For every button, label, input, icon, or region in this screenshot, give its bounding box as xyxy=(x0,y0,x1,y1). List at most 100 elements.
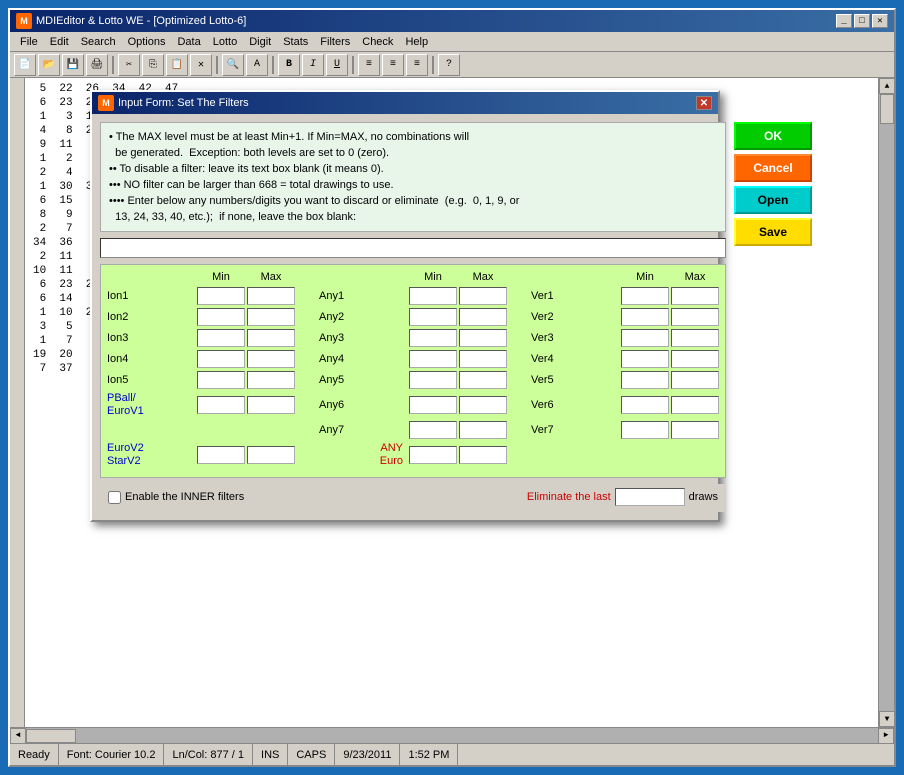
any3-min[interactable] xyxy=(409,329,457,347)
any6-min[interactable] xyxy=(409,396,457,414)
italic-button[interactable]: I xyxy=(302,54,324,76)
copy-button[interactable]: ⎘ xyxy=(142,54,164,76)
status-font: Font: Courier 10.2 xyxy=(59,744,165,765)
eliminate-last-input[interactable] xyxy=(615,488,685,506)
label-ver1: Ver1 xyxy=(531,290,619,302)
ver3-max[interactable] xyxy=(671,329,719,347)
inner-filters-checkbox[interactable] xyxy=(108,491,121,504)
open-dialog-button[interactable]: Open xyxy=(734,186,812,214)
any6-max[interactable] xyxy=(459,396,507,414)
scrollbar-thumb[interactable] xyxy=(880,94,894,124)
h-scrollbar-thumb[interactable] xyxy=(26,729,76,743)
ver5-max[interactable] xyxy=(671,371,719,389)
any2-min[interactable] xyxy=(409,308,457,326)
inner-filters-label[interactable]: Enable the INNER filters xyxy=(108,491,244,504)
minimize-button[interactable]: _ xyxy=(836,14,852,28)
help-toolbar-button[interactable]: ? xyxy=(438,54,460,76)
ion2-max[interactable] xyxy=(247,308,295,326)
format-button[interactable]: A xyxy=(246,54,268,76)
any2-max[interactable] xyxy=(459,308,507,326)
ver2-min[interactable] xyxy=(621,308,669,326)
any5-max[interactable] xyxy=(459,371,507,389)
eurov2-min[interactable] xyxy=(197,446,245,464)
menu-data[interactable]: Data xyxy=(171,34,206,50)
menu-help[interactable]: Help xyxy=(399,34,434,50)
save-dialog-button[interactable]: Save xyxy=(734,218,812,246)
open-button[interactable]: 📂 xyxy=(38,54,60,76)
ion3-min[interactable] xyxy=(197,329,245,347)
ion4-min[interactable] xyxy=(197,350,245,368)
scroll-right-button[interactable]: ► xyxy=(878,728,894,744)
ion2-min[interactable] xyxy=(197,308,245,326)
menu-stats[interactable]: Stats xyxy=(277,34,314,50)
scroll-left-button[interactable]: ◄ xyxy=(10,728,26,744)
eliminate-input[interactable] xyxy=(105,242,721,254)
ion5-min[interactable] xyxy=(197,371,245,389)
paste-button[interactable]: 📋 xyxy=(166,54,188,76)
anyeuro-min[interactable] xyxy=(409,446,457,464)
close-button[interactable]: ✕ xyxy=(872,14,888,28)
print-button[interactable]: 🖨 xyxy=(86,54,108,76)
ver7-max[interactable] xyxy=(671,421,719,439)
align-left-button[interactable]: ≡ xyxy=(358,54,380,76)
any1-max[interactable] xyxy=(459,287,507,305)
any7-max[interactable] xyxy=(459,421,507,439)
scroll-up-button[interactable]: ▲ xyxy=(879,78,894,94)
menu-search[interactable]: Search xyxy=(75,34,122,50)
any5-min[interactable] xyxy=(409,371,457,389)
any4-max[interactable] xyxy=(459,350,507,368)
ver1-max[interactable] xyxy=(671,287,719,305)
menu-check[interactable]: Check xyxy=(356,34,399,50)
scroll-down-button[interactable]: ▼ xyxy=(879,711,894,727)
maximize-button[interactable]: □ xyxy=(854,14,870,28)
cut-button[interactable]: ✂ xyxy=(118,54,140,76)
ver4-min[interactable] xyxy=(621,350,669,368)
menu-bar: File Edit Search Options Data Lotto Digi… xyxy=(10,32,894,52)
anyeuro-max[interactable] xyxy=(459,446,507,464)
ver2-max[interactable] xyxy=(671,308,719,326)
eurov2-max[interactable] xyxy=(247,446,295,464)
any4-min[interactable] xyxy=(409,350,457,368)
right-scrollbar[interactable]: ▲ ▼ xyxy=(878,78,894,727)
align-right-button[interactable]: ≡ xyxy=(406,54,428,76)
align-center-button[interactable]: ≡ xyxy=(382,54,404,76)
ver3-min[interactable] xyxy=(621,329,669,347)
menu-digit[interactable]: Digit xyxy=(243,34,277,50)
any7-min[interactable] xyxy=(409,421,457,439)
underline-button[interactable]: U xyxy=(326,54,348,76)
ver7-min[interactable] xyxy=(621,421,669,439)
label-any2: Any2 xyxy=(319,311,407,323)
any3-max[interactable] xyxy=(459,329,507,347)
ver5-min[interactable] xyxy=(621,371,669,389)
cancel-button[interactable]: Cancel xyxy=(734,154,812,182)
scrollbar-track[interactable] xyxy=(879,94,894,711)
menu-lotto[interactable]: Lotto xyxy=(207,34,243,50)
ver4-max[interactable] xyxy=(671,350,719,368)
bold-button[interactable]: B xyxy=(278,54,300,76)
ion5-max[interactable] xyxy=(247,371,295,389)
pball-max[interactable] xyxy=(247,396,295,414)
find-button[interactable]: 🔍 xyxy=(222,54,244,76)
ion3-max[interactable] xyxy=(247,329,295,347)
menu-filters[interactable]: Filters xyxy=(314,34,356,50)
any1-min[interactable] xyxy=(409,287,457,305)
dialog-close-button[interactable]: ✕ xyxy=(696,96,712,110)
new-button[interactable]: 📄 xyxy=(14,54,36,76)
h-scrollbar-track[interactable] xyxy=(26,728,878,744)
menu-options[interactable]: Options xyxy=(122,34,172,50)
ion4-max[interactable] xyxy=(247,350,295,368)
menu-edit[interactable]: Edit xyxy=(44,34,75,50)
ion1-min[interactable] xyxy=(197,287,245,305)
bottom-scrollbar[interactable]: ◄ ► xyxy=(10,727,894,743)
save-button[interactable]: 💾 xyxy=(62,54,84,76)
footer-right: Eliminate the last draws xyxy=(527,488,718,506)
ver6-max[interactable] xyxy=(671,396,719,414)
pball-min[interactable] xyxy=(197,396,245,414)
menu-file[interactable]: File xyxy=(14,34,44,50)
delete-button[interactable]: ✕ xyxy=(190,54,212,76)
ver1-min[interactable] xyxy=(621,287,669,305)
ion1-max[interactable] xyxy=(247,287,295,305)
grid-header-max2: Max xyxy=(459,271,507,283)
ver6-min[interactable] xyxy=(621,396,669,414)
ok-button[interactable]: OK xyxy=(734,122,812,150)
